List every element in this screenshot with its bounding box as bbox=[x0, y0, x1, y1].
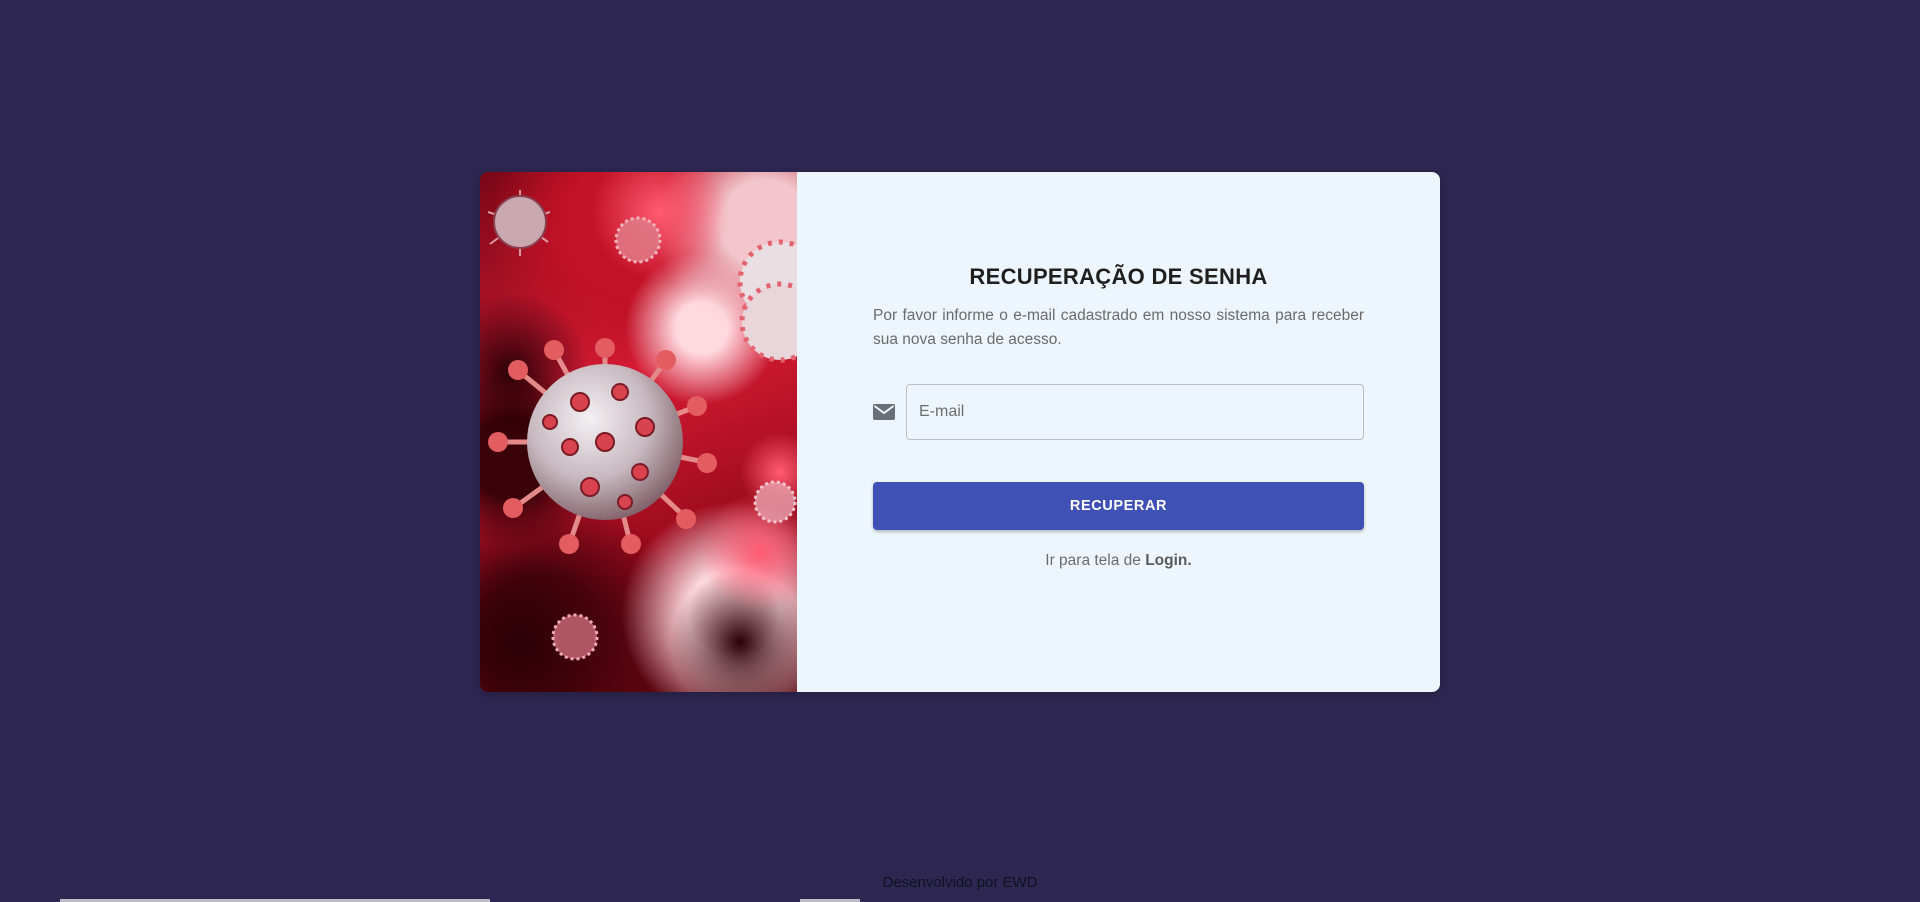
virus-right-edge bbox=[737, 239, 797, 363]
virus-small-top-middle bbox=[614, 216, 662, 264]
email-field-row bbox=[873, 384, 1364, 440]
recover-button[interactable]: RECUPERAR bbox=[873, 482, 1364, 530]
mail-icon bbox=[873, 404, 895, 420]
page-title: RECUPERAÇÃO DE SENHA bbox=[969, 264, 1268, 289]
virus-image bbox=[480, 172, 797, 692]
login-prompt-text: Ir para tela de bbox=[1045, 552, 1146, 569]
recovery-form-panel: RECUPERAÇÃO DE SENHA Por favor informe o… bbox=[797, 172, 1440, 692]
login-link[interactable]: Login. bbox=[1145, 552, 1192, 569]
page: RECUPERAÇÃO DE SENHA Por favor informe o… bbox=[0, 0, 1920, 902]
recovery-form: RECUPERAÇÃO DE SENHA Por favor informe o… bbox=[873, 264, 1364, 570]
recovery-description: Por favor informe o e-mail cadastrado em… bbox=[873, 307, 1364, 348]
footer-credit: Desenvolvido por EWD bbox=[882, 874, 1038, 891]
email-input[interactable] bbox=[907, 385, 1363, 439]
login-prompt: Ir para tela de Login. bbox=[873, 552, 1364, 570]
virus-illustration bbox=[480, 172, 797, 692]
recovery-card: RECUPERAÇÃO DE SENHA Por favor informe o… bbox=[480, 172, 1440, 692]
email-field-container bbox=[906, 384, 1364, 440]
virus-small-top-left bbox=[487, 190, 551, 256]
